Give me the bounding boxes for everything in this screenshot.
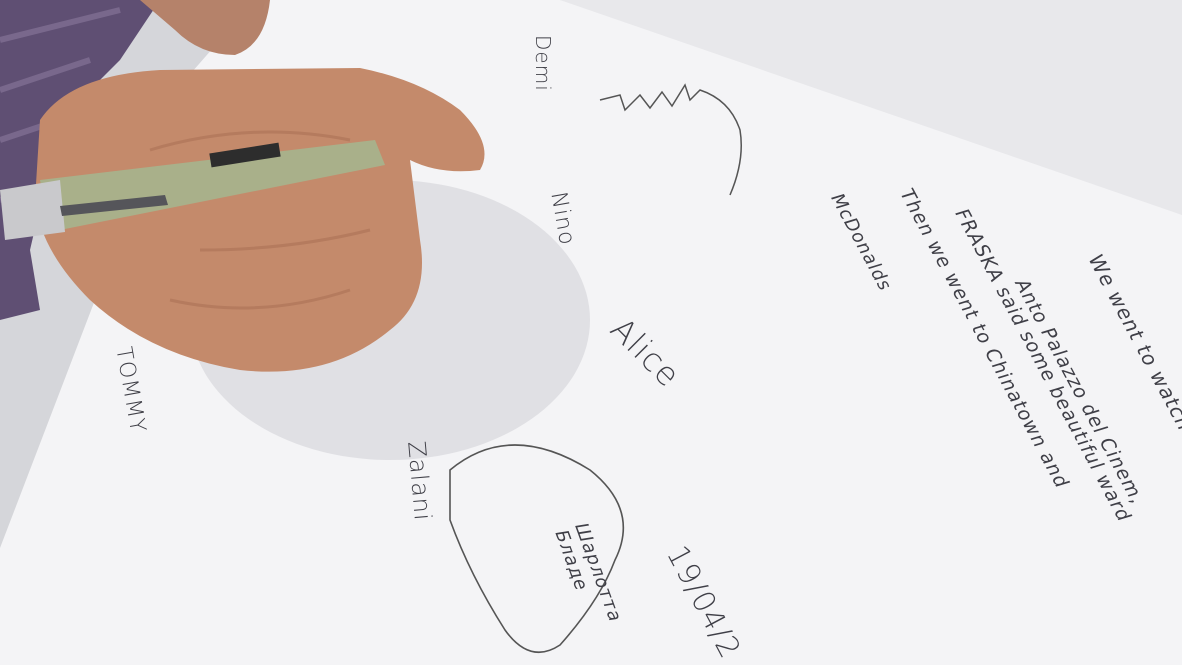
pen-cap — [0, 180, 65, 240]
signature-demi: Demi — [531, 35, 555, 92]
